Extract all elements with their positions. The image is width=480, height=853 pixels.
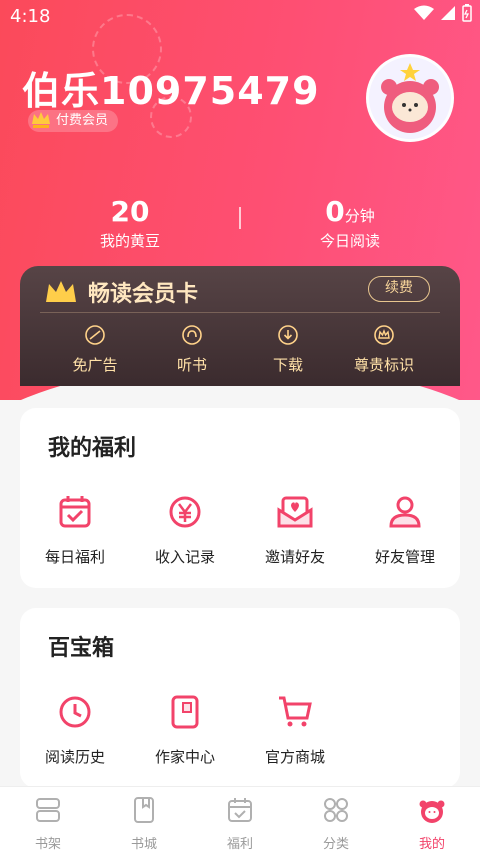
no-ads-icon [85, 325, 105, 345]
vip-feature-audiobook[interactable]: 听书 [142, 324, 242, 375]
vip-feature-download[interactable]: 下载 [238, 324, 338, 375]
toolbox-card: 百宝箱 阅读历史 作家中心 官方商城 [20, 608, 460, 788]
vip-badge-label: 付费会员 [56, 113, 109, 128]
welfare-item-income[interactable]: 收入记录 [130, 492, 240, 567]
vip-feature-label: 免广告 [72, 356, 118, 374]
tab-bookstore[interactable]: 书城 [96, 795, 192, 852]
signal-icon [441, 6, 455, 20]
yen-coin-icon [169, 496, 201, 528]
toolbox-title: 百宝箱 [48, 636, 115, 661]
welfare-item-label: 邀请好友 [264, 548, 325, 566]
renew-button[interactable]: 续费 [368, 276, 430, 302]
mascot-avatar-icon [381, 63, 439, 133]
toolbox-item-writer[interactable]: 作家中心 [130, 692, 240, 767]
welfare-item-friends[interactable]: 好友管理 [350, 492, 460, 567]
vip-feature-no-ads[interactable]: 免广告 [45, 324, 145, 375]
status-icons [414, 4, 472, 22]
clock-icon [59, 696, 91, 728]
vip-feature-label: 尊贵标识 [353, 356, 414, 374]
welfare-title: 我的福利 [48, 436, 137, 461]
vip-feature-badge[interactable]: 尊贵标识 [334, 324, 434, 375]
battery-icon [462, 4, 472, 22]
tab-label: 书城 [130, 837, 157, 852]
toolbox-item-label: 阅读历史 [44, 748, 105, 766]
tab-label: 我的 [418, 837, 445, 852]
crown-badge-icon [374, 325, 394, 345]
vip-feature-label: 听书 [176, 356, 207, 374]
bookstore-icon [134, 797, 154, 823]
headphones-icon [182, 325, 202, 345]
avatar[interactable] [366, 54, 454, 142]
crown-icon [32, 112, 50, 128]
shopping-cart-icon [279, 696, 312, 727]
stats-row: 20 我的黄豆 0分钟 今日阅读 [0, 195, 480, 255]
vip-card[interactable]: 畅读会员卡 续费 免广告 听书 下载 尊贵标识 [20, 266, 460, 386]
toolbox-item-label: 作家中心 [154, 748, 215, 766]
tab-mine[interactable]: 我的 [384, 795, 480, 852]
vip-crown-icon [46, 281, 76, 302]
mascot-icon [419, 800, 445, 823]
writer-book-icon [171, 695, 199, 729]
calendar-icon [228, 798, 252, 822]
welfare-card: 我的福利 每日福利 收入记录 邀请好友 好友管理 [20, 408, 460, 588]
vip-badge[interactable]: 付费会员 [28, 110, 119, 132]
calendar-check-icon [59, 496, 91, 528]
vip-card-divider [40, 312, 440, 313]
vip-feature-label: 下载 [272, 356, 303, 374]
tab-label: 书架 [34, 837, 61, 852]
beans-label: 我的黄豆 [99, 232, 160, 250]
beans-value: 20 [110, 195, 150, 228]
invite-letter-icon [277, 496, 313, 528]
bookshelf-icon [36, 798, 60, 822]
tab-welfare[interactable]: 福利 [192, 795, 288, 852]
bottom-tab-bar: 书架 书城 福利 分类 我的 [0, 786, 480, 853]
wifi-icon [414, 5, 434, 20]
person-icon [389, 496, 421, 528]
username[interactable]: 伯乐10975479 [22, 60, 320, 115]
reading-unit: 分钟 [344, 207, 375, 225]
reading-label: 今日阅读 [319, 232, 380, 250]
stats-divider [239, 207, 241, 229]
welfare-item-daily[interactable]: 每日福利 [20, 492, 130, 567]
toolbox-item-label: 官方商城 [264, 748, 325, 766]
reading-stat[interactable]: 0分钟 今日阅读 [250, 195, 450, 251]
status-bar: 4:18 [0, 0, 480, 34]
grid-icon [324, 798, 348, 822]
status-time: 4:18 [10, 6, 51, 27]
welfare-item-label: 好友管理 [374, 548, 435, 566]
download-icon [278, 325, 298, 345]
tab-label: 福利 [226, 837, 253, 852]
welfare-item-invite[interactable]: 邀请好友 [240, 492, 350, 567]
toolbox-item-mall[interactable]: 官方商城 [240, 692, 350, 767]
reading-value: 0 [325, 195, 345, 228]
welfare-item-label: 收入记录 [154, 548, 215, 566]
beans-stat[interactable]: 20 我的黄豆 [30, 195, 230, 251]
tab-category[interactable]: 分类 [288, 795, 384, 852]
vip-card-title: 畅读会员卡 [88, 282, 199, 307]
tab-label: 分类 [322, 837, 349, 852]
tab-bookshelf[interactable]: 书架 [0, 795, 96, 852]
toolbox-item-history[interactable]: 阅读历史 [20, 692, 130, 767]
welfare-item-label: 每日福利 [44, 548, 105, 566]
